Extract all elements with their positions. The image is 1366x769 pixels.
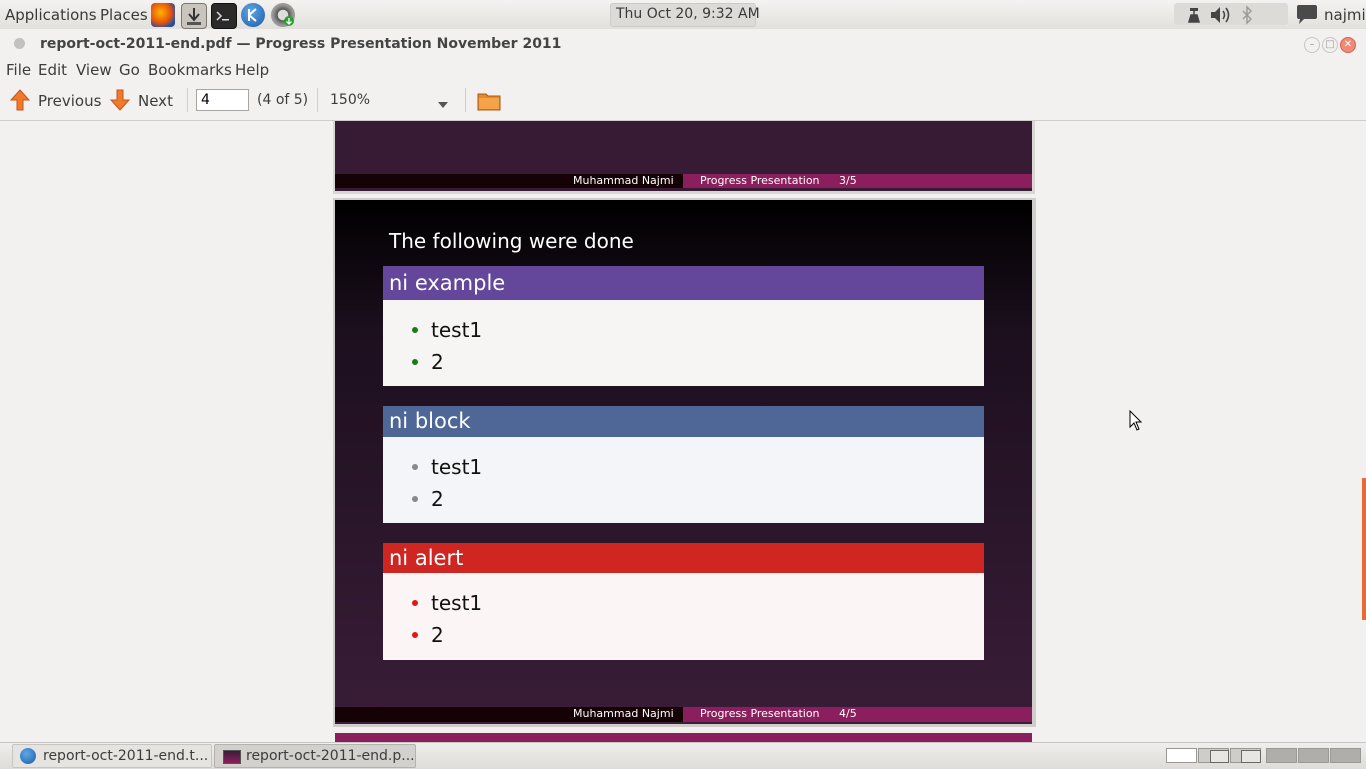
bullet-icon <box>412 496 418 502</box>
up-arrow-icon <box>9 88 31 112</box>
slide-5 <box>335 733 1032 742</box>
slide-heading: The following were done <box>389 229 634 253</box>
workspace-4[interactable] <box>1266 748 1297 763</box>
workspace-window-preview <box>1241 750 1261 763</box>
taskbar-item[interactable]: report-oct-2011-end.t... <box>12 744 212 768</box>
bullet-icon <box>412 600 418 606</box>
bluetooth-icon[interactable] <box>1241 5 1253 25</box>
workspace-3[interactable] <box>1230 748 1261 763</box>
down-arrow-icon <box>109 88 131 112</box>
maximize-button[interactable]: □ <box>1322 37 1338 53</box>
list-item: test1 <box>431 591 483 615</box>
slide-3-page: 3/5 <box>839 174 857 187</box>
workspace-5[interactable] <box>1298 748 1329 763</box>
user-menu[interactable]: najmi <box>1324 6 1366 24</box>
menu-file[interactable]: File <box>6 61 31 79</box>
mouse-pointer-icon <box>1129 409 1143 432</box>
kde-app-icon <box>20 748 36 764</box>
zoom-select[interactable]: 150% <box>330 92 370 108</box>
kde-app-icon[interactable] <box>241 3 265 27</box>
taskbar-item-label: report-oct-2011-end.t... <box>43 748 209 764</box>
firefox-icon[interactable] <box>151 3 175 27</box>
bullet-icon <box>412 464 418 470</box>
bullet-icon <box>412 632 418 638</box>
next-label: Next <box>138 92 173 110</box>
toolbar-separator <box>187 88 188 112</box>
alert-block-title: ni alert <box>383 543 984 573</box>
menu-go[interactable]: Go <box>119 61 140 79</box>
workspace-2[interactable] <box>1198 748 1229 763</box>
window-menu-icon[interactable] <box>14 38 25 49</box>
slide-4-page: 4/5 <box>839 707 857 720</box>
bullet-icon <box>412 327 418 333</box>
menu-help[interactable]: Help <box>235 61 269 79</box>
previous-label: Previous <box>38 92 102 110</box>
workspace-window-preview <box>1210 750 1229 763</box>
workspace-6[interactable] <box>1330 748 1361 763</box>
places-menu[interactable]: Places <box>100 6 148 24</box>
pdf-viewer-icon <box>223 750 241 764</box>
slide-3-footer-title: Progress Presentation <box>700 174 820 187</box>
toolbar-separator <box>317 88 318 112</box>
slide-4-author: Muhammad Najmi <box>573 707 674 720</box>
minimize-button[interactable]: – <box>1304 37 1320 53</box>
alert-block-body <box>383 573 984 660</box>
volume-icon[interactable] <box>1209 5 1233 25</box>
menu-bookmarks[interactable]: Bookmarks <box>148 61 232 79</box>
folder-icon[interactable] <box>477 90 501 112</box>
taskbar-item-label: report-oct-2011-end.p... <box>246 748 415 764</box>
list-item: 2 <box>431 623 444 647</box>
network-icon[interactable] <box>1186 6 1202 24</box>
window-title: report-oct-2011-end.pdf — Progress Prese… <box>40 36 562 52</box>
block-title: ni block <box>383 406 984 437</box>
example-block-body <box>383 300 984 386</box>
close-button[interactable]: ✕ <box>1340 37 1356 53</box>
slide-3-author: Muhammad Najmi <box>573 174 674 187</box>
applications-menu[interactable]: Applications <box>5 6 97 24</box>
list-item: test1 <box>431 318 483 342</box>
chat-icon[interactable] <box>1295 4 1319 26</box>
scrollbar-thumb[interactable] <box>1362 478 1366 620</box>
webcam-update-icon[interactable] <box>271 3 295 27</box>
list-item: test1 <box>431 455 483 479</box>
terminal-icon[interactable] <box>211 3 237 29</box>
slide-4-footer-title: Progress Presentation <box>700 707 820 720</box>
list-item: 2 <box>431 487 444 511</box>
clock[interactable]: Thu Oct 20, 9:32 AM <box>616 6 760 22</box>
next-button[interactable]: Next <box>108 88 184 114</box>
taskbar-item-active[interactable]: report-oct-2011-end.p... <box>214 744 416 768</box>
page-count: (4 of 5) <box>257 92 309 108</box>
toolbar-separator <box>465 88 466 112</box>
block-body <box>383 437 984 523</box>
menu-edit[interactable]: Edit <box>38 61 67 79</box>
menu-view[interactable]: View <box>76 61 112 79</box>
example-block-title: ni example <box>383 266 984 300</box>
page-number-input[interactable] <box>196 89 249 111</box>
chevron-down-icon[interactable] <box>437 97 449 108</box>
workspace-1[interactable] <box>1166 748 1197 763</box>
bullet-icon <box>412 359 418 365</box>
list-item: 2 <box>431 350 444 374</box>
previous-button[interactable]: Previous <box>8 88 102 114</box>
download-manager-icon[interactable] <box>181 3 207 29</box>
